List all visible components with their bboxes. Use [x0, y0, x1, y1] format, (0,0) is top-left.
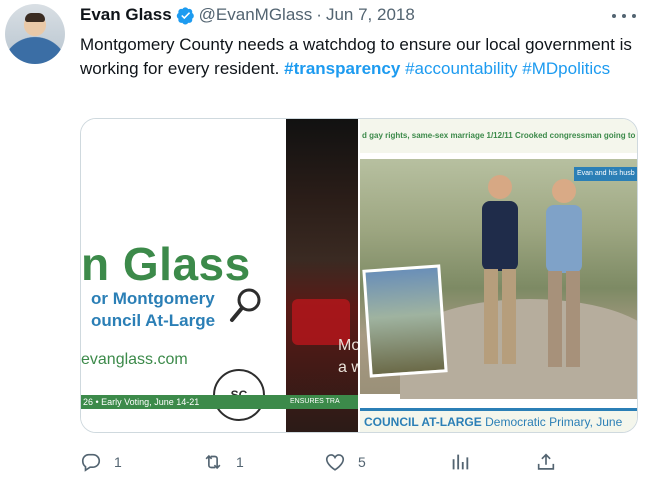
poster-title: n Glass	[81, 238, 251, 290]
banner-label: COUNCIL AT-LARGE	[364, 415, 482, 429]
action-bar: 1 1 5	[80, 448, 560, 476]
tweet-text: Montgomery County needs a watchdog to en…	[80, 33, 640, 81]
banner-text: Democratic Primary, June	[485, 415, 623, 429]
magnifier-icon	[230, 288, 261, 322]
tweet-header: Evan Glass @EvanMGlass · Jun 7, 2018	[80, 4, 415, 26]
poster-subtitle-1: or Montgomery	[91, 289, 215, 308]
retweet-icon	[205, 454, 221, 470]
cnn-overlay-text: Mo a w	[286, 119, 358, 432]
tweet-date[interactable]: Jun 7, 2018	[326, 5, 415, 25]
reply-icon	[81, 453, 101, 472]
media-attachment[interactable]: n Glass or Montgomery ouncil At-Large ev…	[80, 118, 638, 433]
separator-dot: ·	[316, 5, 322, 24]
campaign-poster: n Glass or Montgomery ouncil At-Large ev…	[81, 119, 286, 432]
media-image-right[interactable]: d gay rights, same-sex marriage 1/12/11 …	[358, 119, 637, 432]
retweet-count: 1	[236, 454, 244, 470]
verified-badge-icon	[176, 6, 194, 24]
like-button[interactable]: 5	[324, 451, 366, 473]
inset-photo	[362, 264, 448, 378]
poster-strip: 26 • Early Voting, June 14-21	[81, 395, 286, 409]
analytics-button[interactable]	[449, 451, 471, 473]
person-figure	[482, 175, 518, 364]
share-button[interactable]	[535, 451, 557, 473]
more-options-icon[interactable]	[612, 7, 636, 25]
share-icon	[537, 453, 555, 470]
author-name[interactable]: Evan Glass	[80, 5, 172, 25]
walking-photo	[360, 159, 637, 399]
avatar[interactable]	[5, 4, 65, 64]
bottom-banner: COUNCIL AT-LARGE Democratic Primary, Jun…	[360, 408, 637, 432]
retweet-button[interactable]: 1	[202, 451, 244, 473]
heart-icon	[325, 454, 345, 471]
poster-url: evanglass.com	[81, 351, 188, 368]
reply-button[interactable]: 1	[80, 451, 122, 473]
cnn-text-2: a w	[338, 359, 358, 376]
photo-caption: Evan and his husb	[574, 167, 637, 181]
analytics-icon	[452, 454, 469, 470]
headline-strip: d gay rights, same-sex marriage 1/12/11 …	[360, 119, 637, 153]
poster-subtitle-2: ouncil At-Large	[91, 311, 216, 330]
author-handle[interactable]: @EvanMGlass	[199, 5, 313, 25]
hashtag-mdpolitics[interactable]: #MDpolitics	[522, 59, 610, 78]
cnn-text-1: Mo	[338, 337, 358, 354]
person-figure	[546, 179, 582, 367]
like-count: 5	[358, 454, 366, 470]
hashtag-accountability[interactable]: #accountability	[405, 59, 517, 78]
hashtag-transparency[interactable]: #transparency	[284, 59, 400, 78]
media-image-left[interactable]: n Glass or Montgomery ouncil At-Large ev…	[81, 119, 358, 432]
reply-count: 1	[114, 454, 122, 470]
